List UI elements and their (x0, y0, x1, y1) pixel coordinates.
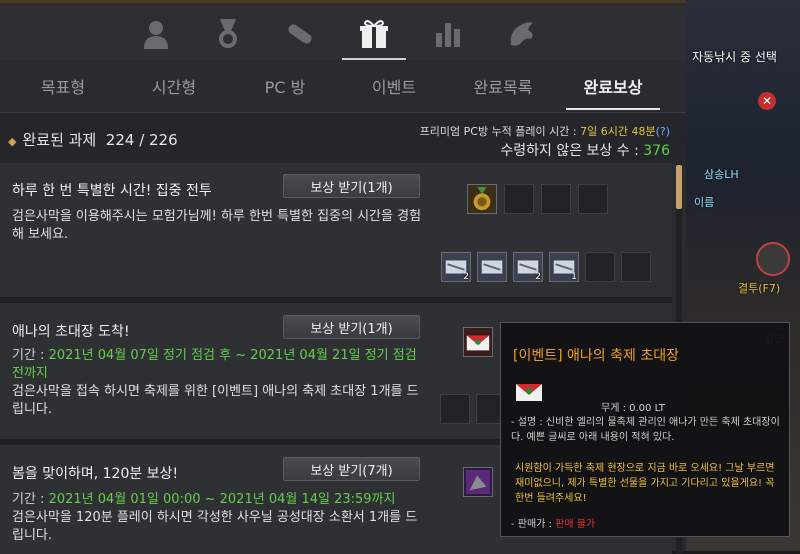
reward-slot-summon-scroll[interactable] (463, 467, 493, 497)
reward-slot (578, 184, 608, 214)
scroll-item-icon (481, 260, 503, 274)
summary-bar: ◆ 완료된 과제 224 / 226 프리미엄 PC방 누적 플레이 시간 : 7… (0, 113, 686, 163)
reward-slot (585, 252, 615, 282)
gold-medal-icon (473, 186, 491, 211)
quest-title: 하루 한 번 특별한 시간! 집중 전투 (12, 183, 212, 199)
target-icon[interactable] (756, 242, 790, 276)
reward-slot-scroll[interactable]: 2 (513, 252, 543, 282)
quest-period: 기간 : 2021년 04월 07일 정기 점검 후 ~ 2021년 04월 2… (12, 348, 417, 381)
tab-pc-room[interactable]: PC 방 (230, 74, 340, 98)
reward-slot-scroll[interactable]: 1 (549, 252, 579, 282)
category-tab-bar: 목표형 시간형 PC 방 이벤트 완료목록 완료보상 (0, 60, 686, 113)
tab-time[interactable]: 시간형 (119, 74, 229, 98)
auto-fishing-label: 자동낚시 중 선택 (692, 50, 777, 64)
quest-title: 봄을 맞이하며, 120분 보상! (12, 466, 179, 482)
tab-event[interactable]: 이벤트 (339, 74, 449, 98)
claim-reward-button[interactable]: 보상 받기(1개) (283, 315, 420, 339)
reward-slot-gold-medal[interactable] (467, 184, 497, 214)
player-name: 이름 (694, 196, 715, 209)
quest-item: 하루 한 번 특별한 시간! 집중 전투 보상 받기(1개) 검은사막을 이용해… (0, 163, 672, 303)
help-icon[interactable]: (?) (656, 125, 670, 138)
reward-slot-scroll[interactable] (477, 252, 507, 282)
summon-scroll-icon (465, 469, 491, 495)
completed-count: ◆ 완료된 과제 224 / 226 (8, 131, 178, 149)
tooltip-quote: 시원함이 가득한 축제 현장으로 지금 바로 오세요! 그날 부르면 재미없으니… (515, 463, 775, 504)
profile-icon[interactable] (134, 14, 178, 54)
reward-slot (440, 394, 470, 424)
player-name: 삼송LH (704, 168, 739, 181)
duel-label: 결투(F7) (738, 282, 781, 295)
quest-description: 검은사막을 120분 플레이 하시면 각성한 사우닐 공성대장 소환서 1개를 … (12, 510, 418, 543)
quest-description: 검은사막을 접속 하시면 축제를 위한 [이벤트] 애나의 축제 초대장 1개를… (12, 384, 419, 417)
tooltip-sell-price: - 판매가 : 판매 불가 (511, 519, 596, 530)
item-tooltip: [이벤트] 애나의 축제 초대장 무게 : 0.00 LT - 설명 : 신비한… (500, 322, 790, 537)
reward-slot (504, 184, 534, 214)
invitation-icon (466, 335, 490, 351)
gift-icon[interactable] (342, 14, 406, 60)
icon-tab-bar (0, 6, 686, 60)
quest-period: 기간 : 2021년 04월 01일 00:00 ~ 2021년 04월 14일… (12, 492, 396, 507)
reward-slot (541, 184, 571, 214)
reward-slot-invitation[interactable] (463, 327, 493, 357)
reward-slot (621, 252, 651, 282)
scroll-thumb[interactable] (676, 165, 682, 209)
premium-playtime: 프리미엄 PC방 누적 플레이 시간 : 7일 6시간 48분(?) (419, 125, 670, 138)
reward-slot-scroll[interactable]: 2 (441, 252, 471, 282)
medal-icon[interactable] (206, 14, 250, 54)
unclaimed-reward-count: 수령하지 않은 보상 수 : 376 (500, 143, 670, 159)
tab-completed-list[interactable]: 완료목록 (448, 74, 558, 98)
tab-completed-rewards[interactable]: 완료보상 (558, 74, 668, 110)
dragon-icon[interactable] (500, 14, 544, 54)
tooltip-description: - 설명 : 신비한 엘리의 물축제 관리인 애나가 만든 축제 초대장이다. … (511, 417, 780, 443)
claim-reward-button[interactable]: 보상 받기(1개) (283, 174, 420, 198)
quest-title: 애나의 초대장 도착! (12, 324, 130, 340)
close-icon[interactable]: ✕ (758, 92, 776, 110)
bar-chart-icon[interactable] (426, 14, 470, 54)
tab-goal[interactable]: 목표형 (8, 74, 118, 98)
diamond-icon: ◆ (8, 135, 17, 148)
invitation-icon (513, 375, 545, 407)
scroll-icon[interactable] (278, 14, 322, 54)
tooltip-title: [이벤트] 애나의 축제 초대장 (513, 348, 679, 364)
claim-reward-button[interactable]: 보상 받기(7개) (283, 457, 420, 481)
quest-description: 검은사막을 이용해주시는 모험가님께! 하루 한번 특별한 집중의 시간을 경험… (12, 209, 422, 242)
tooltip-weight: 무게 : 0.00 LT (601, 403, 665, 414)
